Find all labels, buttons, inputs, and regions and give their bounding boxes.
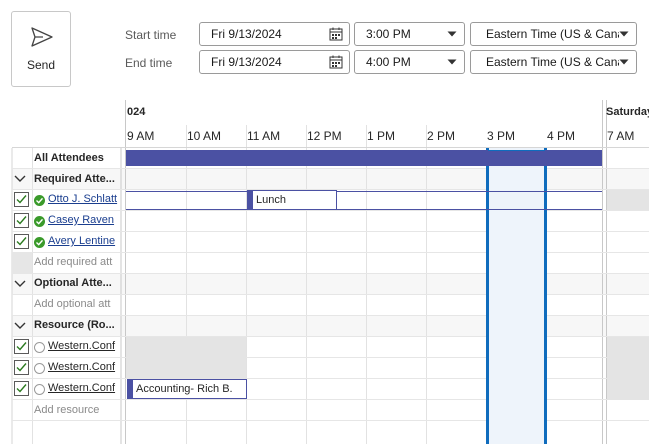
resource-name[interactable]: Western.Conf — [48, 382, 120, 394]
hour-label: 7 AM — [607, 129, 635, 143]
attendee-name[interactable]: Otto J. Schlatt — [48, 193, 120, 205]
available-status-icon — [34, 195, 45, 206]
send-button[interactable]: Send — [11, 11, 71, 87]
unknown-status-icon — [34, 342, 45, 353]
send-label: Send — [26, 58, 56, 72]
add-required-attendee-input[interactable]: Add required att — [34, 256, 120, 268]
end-date-picker[interactable]: Fri 9/13/2024 — [199, 50, 350, 74]
start-date-picker[interactable]: Fri 9/13/2024 — [199, 22, 350, 46]
start-date-value: Fri 9/13/2024 — [211, 27, 282, 41]
checkmark-icon — [16, 363, 27, 372]
hour-label: 2 PM — [427, 129, 456, 143]
attendee-checkbox[interactable] — [14, 192, 29, 207]
checkmark-icon — [16, 237, 27, 246]
resource-name[interactable]: Western.Conf — [48, 361, 120, 373]
available-status-icon — [34, 216, 45, 227]
hour-label: 4 PM — [547, 129, 576, 143]
attendee-checkbox[interactable] — [14, 213, 29, 228]
start-timezone-dropdown[interactable]: Eastern Time (US & Cana — [470, 22, 637, 46]
chevron-down-icon — [619, 59, 629, 66]
unavailable-block — [607, 190, 649, 210]
checkmark-icon — [16, 195, 27, 204]
appointment-title: Accounting- Rich B. — [136, 383, 233, 395]
calendar-icon[interactable] — [329, 55, 343, 69]
resource-checkbox[interactable] — [14, 339, 29, 354]
collapse-chevron-icon[interactable] — [14, 279, 26, 289]
section-required: Required Atte... — [34, 173, 115, 185]
chevron-down-icon — [447, 31, 457, 37]
add-optional-attendee-input[interactable]: Add optional att — [34, 298, 120, 310]
collapse-chevron-icon[interactable] — [14, 321, 26, 331]
chevron-down-icon — [619, 31, 629, 38]
start-time-value: 3:00 PM — [366, 27, 411, 41]
start-time-dropdown[interactable]: 3:00 PM — [354, 22, 465, 46]
attendee-name[interactable]: Casey Raven — [48, 214, 120, 226]
end-timezone-value: Eastern Time (US & Cana — [486, 55, 625, 69]
start-timezone-value: Eastern Time (US & Cana — [486, 27, 625, 41]
hour-label: 3 PM — [487, 129, 516, 143]
hour-label: 10 AM — [187, 129, 222, 143]
checkmark-icon — [16, 216, 27, 225]
appointment-accounting[interactable]: Accounting- Rich B. — [127, 379, 247, 399]
start-time-label: Start time — [125, 28, 177, 42]
end-date-value: Fri 9/13/2024 — [211, 55, 282, 69]
add-resource-input[interactable]: Add resource — [34, 404, 120, 416]
hour-label: 9 AM — [127, 129, 155, 143]
collapse-chevron-icon[interactable] — [14, 174, 26, 184]
checkmark-icon — [16, 384, 27, 393]
resource-name[interactable]: Western.Conf — [48, 340, 120, 352]
section-optional: Optional Atte... — [34, 277, 112, 289]
attendee-checkbox[interactable] — [14, 234, 29, 249]
end-time-dropdown[interactable]: 4:00 PM — [354, 50, 465, 74]
unknown-status-icon — [34, 384, 45, 395]
unknown-status-icon — [34, 363, 45, 374]
appointment-title: Lunch — [256, 194, 286, 206]
unavailable-block — [126, 337, 246, 378]
hour-label: 1 PM — [367, 129, 396, 143]
chevron-down-icon — [447, 59, 457, 65]
calendar-icon[interactable] — [329, 27, 343, 41]
available-status-icon — [34, 237, 45, 248]
resource-checkbox[interactable] — [14, 360, 29, 375]
unavailable-block — [607, 337, 649, 400]
grid-next-day-header: Saturday — [606, 106, 649, 118]
busy-outline — [126, 191, 602, 210]
appointment-lunch[interactable]: Lunch — [247, 190, 337, 210]
checkmark-icon — [16, 342, 27, 351]
all-attendees-label: All Attendees — [34, 152, 104, 164]
attendee-name[interactable]: Avery Lentine — [48, 235, 120, 247]
hour-label: 11 AM — [247, 129, 281, 143]
resource-checkbox[interactable] — [14, 381, 29, 396]
end-timezone-dropdown[interactable]: Eastern Time (US & Cana — [470, 50, 637, 74]
end-time-value: 4:00 PM — [366, 55, 411, 69]
hour-label: 12 PM — [307, 129, 342, 143]
section-resource: Resource (Ro... — [34, 319, 115, 331]
end-time-label: End time — [125, 56, 173, 70]
grid-date-header: 024 — [127, 106, 146, 118]
send-icon — [31, 27, 53, 47]
